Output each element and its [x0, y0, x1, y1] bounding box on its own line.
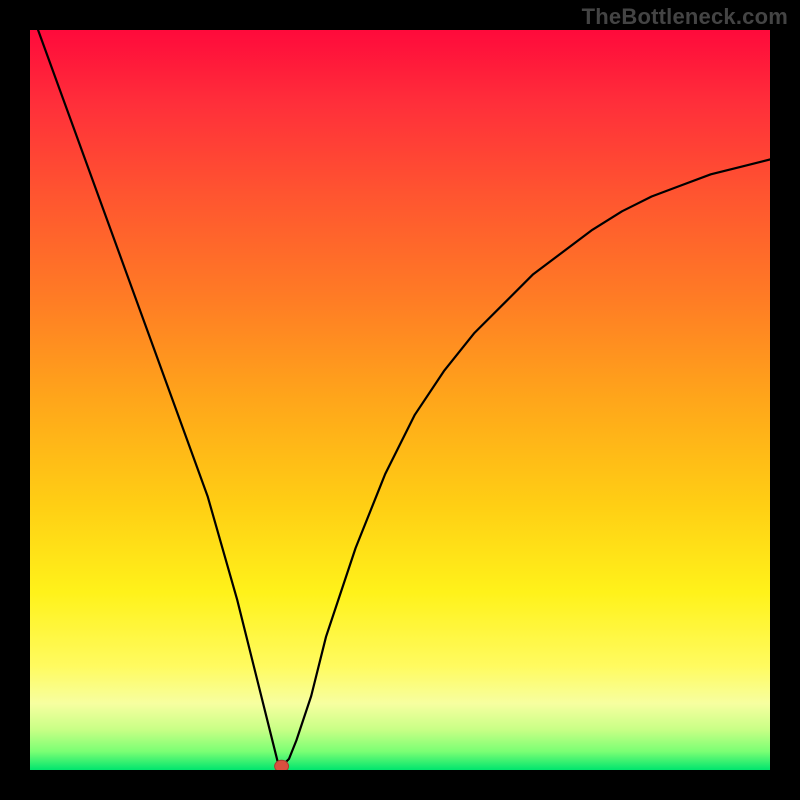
plot-area [30, 30, 770, 770]
optimal-point-marker [275, 760, 289, 770]
chart-frame: TheBottleneck.com [0, 0, 800, 800]
curve-svg [30, 30, 770, 770]
bottleneck-curve [30, 30, 770, 766]
watermark-text: TheBottleneck.com [582, 4, 788, 30]
